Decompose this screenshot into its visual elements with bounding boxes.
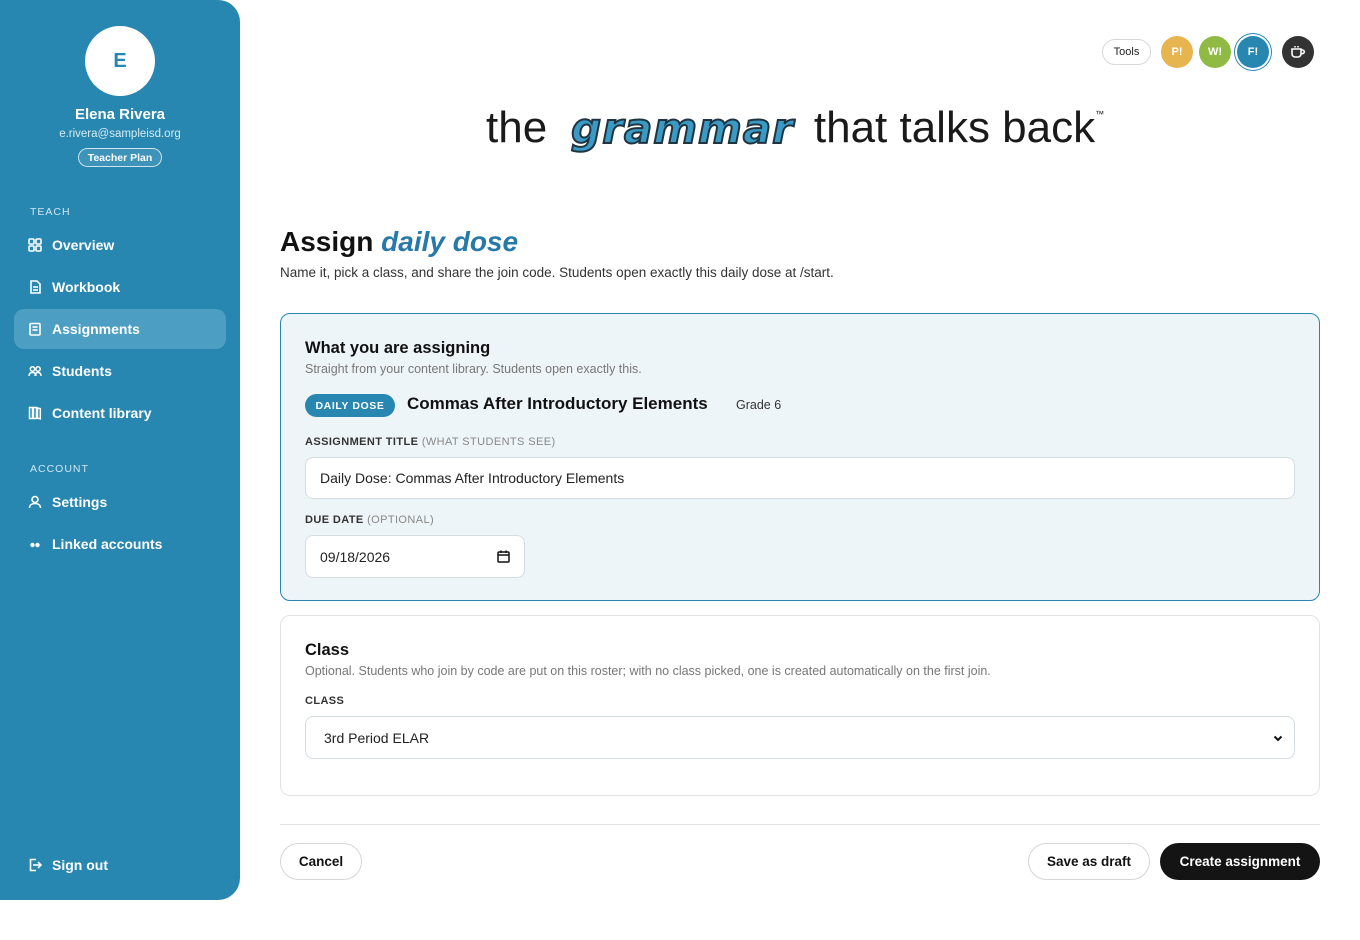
brand-logo: the grammar that talks back ™	[486, 98, 1104, 158]
due-date-label-text: DUE DATE	[305, 514, 364, 526]
tools-button[interactable]: Tools	[1102, 39, 1151, 65]
page-title-prefix: Assign	[280, 226, 374, 257]
sidebar-item-label: Overview	[52, 237, 115, 253]
assignment-title-label-text: ASSIGNMENT TITLE	[305, 436, 419, 448]
sidebar-item-label: Assignments	[52, 321, 140, 337]
content-type-badge: DAILY DOSE	[305, 394, 395, 417]
assignment-title-hint: (WHAT STUDENTS SEE)	[421, 436, 556, 448]
user-icon	[28, 495, 42, 509]
sidebar-item-label: Settings	[52, 494, 108, 510]
sidebar-item-settings[interactable]: Settings	[14, 482, 226, 522]
coffee-button[interactable]	[1282, 36, 1314, 68]
assigning-card-subtitle: Straight from your content library. Stud…	[305, 362, 642, 376]
calendar-icon[interactable]	[497, 550, 510, 563]
footer-divider	[280, 824, 1320, 825]
due-date-label: DUE DATE (OPTIONAL)	[305, 514, 434, 526]
class-card-title: Class	[305, 641, 350, 659]
sidebar-item-label: Content library	[52, 405, 152, 421]
sign-out-icon	[28, 858, 42, 872]
user-email: e.rivera@sampleisd.org	[59, 128, 181, 140]
f-app-button[interactable]: F!	[1237, 36, 1269, 68]
teach-section-label: TEACH	[30, 206, 71, 218]
save-draft-button[interactable]: Save as draft	[1028, 843, 1150, 880]
chevron-down-icon	[1272, 732, 1284, 744]
sidebar-item-linked-accounts[interactable]: Linked accounts	[14, 524, 226, 564]
content-name: Commas After Introductory Elements	[407, 394, 708, 413]
create-assignment-button[interactable]: Create assignment	[1160, 843, 1320, 880]
due-date-hint: (OPTIONAL)	[367, 514, 435, 526]
user-name: Elena Rivera	[74, 106, 166, 123]
logo-tagline: that talks back	[813, 103, 1096, 152]
coffee-cup-icon	[1290, 45, 1306, 59]
avatar[interactable]: E	[85, 26, 155, 96]
sign-out-button[interactable]: Sign out	[14, 845, 226, 885]
p-app-button[interactable]: P!	[1161, 36, 1193, 68]
grade-label: Grade 6	[736, 398, 782, 412]
class-field-label: CLASS	[305, 695, 345, 707]
plan-badge: Teacher Plan	[78, 148, 162, 167]
sidebar-item-workbook[interactable]: Workbook	[14, 267, 226, 307]
due-date-input[interactable]: 09/18/2026	[305, 535, 525, 578]
class-card: Class Optional. Students who join by cod…	[280, 615, 1320, 796]
link-icon	[28, 537, 42, 551]
people-icon	[28, 364, 42, 378]
sidebar-item-label: Linked accounts	[52, 536, 163, 552]
sidebar-item-label: Workbook	[52, 279, 121, 295]
w-app-button[interactable]: W!	[1199, 36, 1231, 68]
sidebar-item-students[interactable]: Students	[14, 351, 226, 391]
books-icon	[28, 406, 42, 420]
sidebar: E Elena Rivera e.rivera@sampleisd.org Te…	[0, 0, 240, 900]
logo-the: the	[486, 103, 548, 152]
page-title-accent: daily dose	[381, 226, 519, 257]
assignment-title-label: ASSIGNMENT TITLE (WHAT STUDENTS SEE)	[305, 436, 556, 448]
class-select[interactable]: 3rd Period ELAR	[305, 716, 1295, 759]
sidebar-item-label: Students	[52, 363, 112, 379]
logo-grammar: grammar	[570, 103, 794, 154]
due-date-value: 09/18/2026	[320, 548, 391, 565]
clipboard-icon	[28, 322, 42, 336]
logo-trademark: ™	[1095, 109, 1105, 119]
sidebar-item-overview[interactable]: Overview	[14, 225, 226, 265]
document-icon	[28, 280, 42, 294]
sign-out-label: Sign out	[52, 857, 108, 873]
page-subtitle: Name it, pick a class, and share the joi…	[280, 265, 834, 280]
class-card-subtitle: Optional. Students who join by code are …	[305, 664, 991, 678]
account-section-label: ACCOUNT	[30, 463, 89, 475]
class-select-value: 3rd Period ELAR	[324, 729, 430, 746]
assignment-title-input[interactable]: Daily Dose: Commas After Introductory El…	[305, 457, 1295, 499]
sidebar-item-assignments[interactable]: Assignments	[14, 309, 226, 349]
sidebar-item-content-library[interactable]: Content library	[14, 393, 226, 433]
assigning-card: What you are assigning Straight from you…	[280, 313, 1320, 601]
grid-icon	[28, 238, 42, 252]
cancel-button[interactable]: Cancel	[280, 843, 362, 880]
page-title: Assign daily dose	[280, 226, 518, 258]
assigning-card-title: What you are assigning	[305, 339, 491, 357]
